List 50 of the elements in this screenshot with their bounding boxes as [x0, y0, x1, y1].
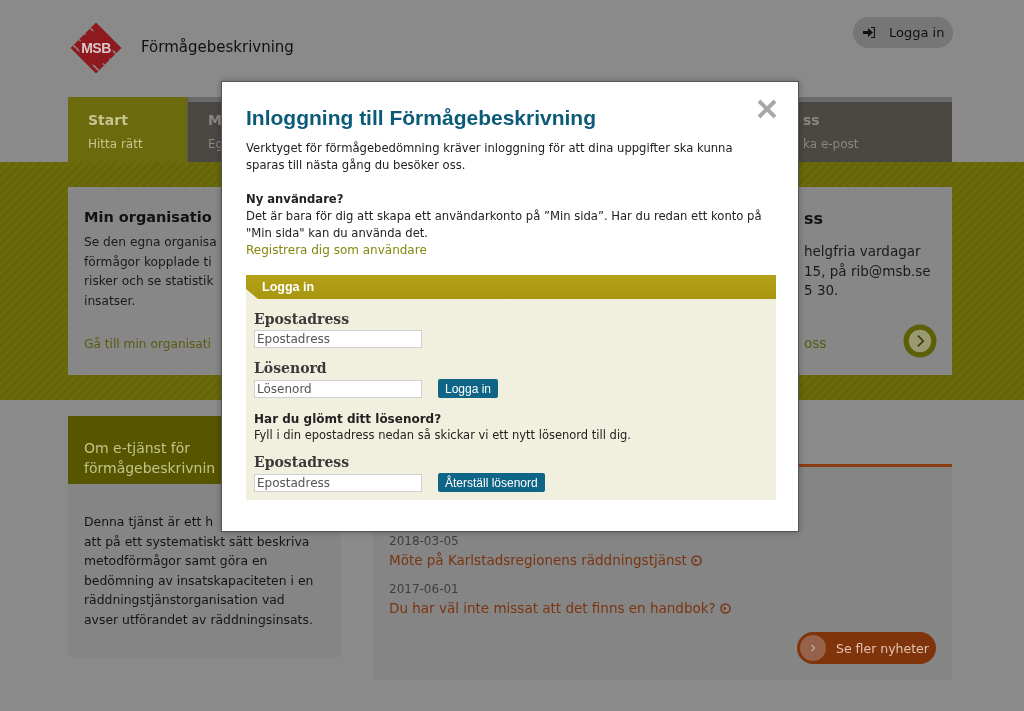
news-date: 2018-03-05 [389, 534, 460, 548]
reset-button[interactable]: Återställ lösenord [438, 473, 545, 492]
arrow-circle-icon [690, 554, 702, 566]
forgot-text: Fyll i din epostadress nedan så skickar vi ett nytt lösenord till dig. [254, 428, 633, 442]
news-link[interactable]: Möte på Karlstadsregionens räddningstjänst [389, 552, 702, 568]
card-text: helgfria vardagar [804, 242, 921, 261]
card-title: förmågebeskrivnin [84, 459, 216, 478]
card-title: ss [804, 209, 824, 228]
next-button[interactable] [903, 324, 937, 358]
card-text: 15, på rib@msb.se [804, 261, 931, 281]
more-news-button[interactable]: Se fler nyheter [797, 632, 936, 664]
input-field[interactable]: Lösenord [254, 379, 422, 398]
card-text: Denna tjänst är ett h [84, 513, 214, 531]
news-date: 2017-06-01 [389, 582, 460, 596]
card-title: Min organisatio [84, 209, 212, 225]
card-text: 5 30. [804, 281, 839, 300]
chevron-icon [800, 635, 826, 661]
login-button[interactable]: Logga in [438, 379, 499, 398]
input-field[interactable]: Epostadress [254, 330, 422, 348]
modal-title: Inloggning till Förmågebeskrivning [246, 106, 597, 130]
close-icon[interactable] [757, 99, 777, 119]
card-text: Se den egna organisa [84, 234, 217, 251]
panel-header: Logga in [246, 275, 776, 299]
login-button[interactable]: Logga in [853, 17, 953, 48]
card-text: räddningstjänstorganisation vad [84, 591, 285, 609]
card-text: insatser. [84, 292, 136, 310]
new-user-text: Det är bara för dig att skapa ett användarkonto på ”Min sida”. Har du redan ett konto på "Min sida" kan du använda det. [246, 208, 763, 242]
card-title: Om e-tjänst för [84, 439, 191, 458]
forgot-heading: Har du glömt ditt lösenord? [254, 412, 443, 426]
card-text: förmågor kopplade ti [84, 253, 212, 271]
sign-in-icon [863, 27, 875, 38]
card-text: metodförmågor samt göra en [84, 552, 268, 570]
card-text: bedömning av insatskapaciteten i en [84, 571, 314, 590]
register-link[interactable]: Registrera dig som användare [246, 242, 427, 259]
card-text: att på ett systematiskt sätt beskriva [84, 532, 310, 551]
card-text: avser utförandet av räddningsinsats. [84, 610, 313, 629]
field-label: Epostadress [254, 311, 351, 327]
field-label: Epostadress [254, 454, 351, 470]
card-text: risker och se statistik [84, 273, 214, 290]
logo[interactable]: MSB [68, 20, 124, 76]
arrow-circle-icon [719, 602, 731, 614]
nav-tab[interactable]: Start Hitta rätt [68, 97, 188, 162]
news-link[interactable]: Du har väl inte missat att det finns en handbok? [389, 600, 731, 616]
intro-text: Verktyget för förmågebedömning kräver inloggning för att dina uppgifter ska kunna sparas till nästa gång du besöker oss. [246, 140, 734, 174]
field-label: Lösenord [254, 360, 328, 376]
card-link[interactable]: Gå till min organisati [84, 337, 211, 351]
new-user-heading: Ny användare? [246, 191, 345, 208]
site-title: Förmågebeskrivning [141, 38, 294, 56]
card-link[interactable]: oss [804, 335, 827, 351]
input-field[interactable]: Epostadress [254, 473, 422, 492]
